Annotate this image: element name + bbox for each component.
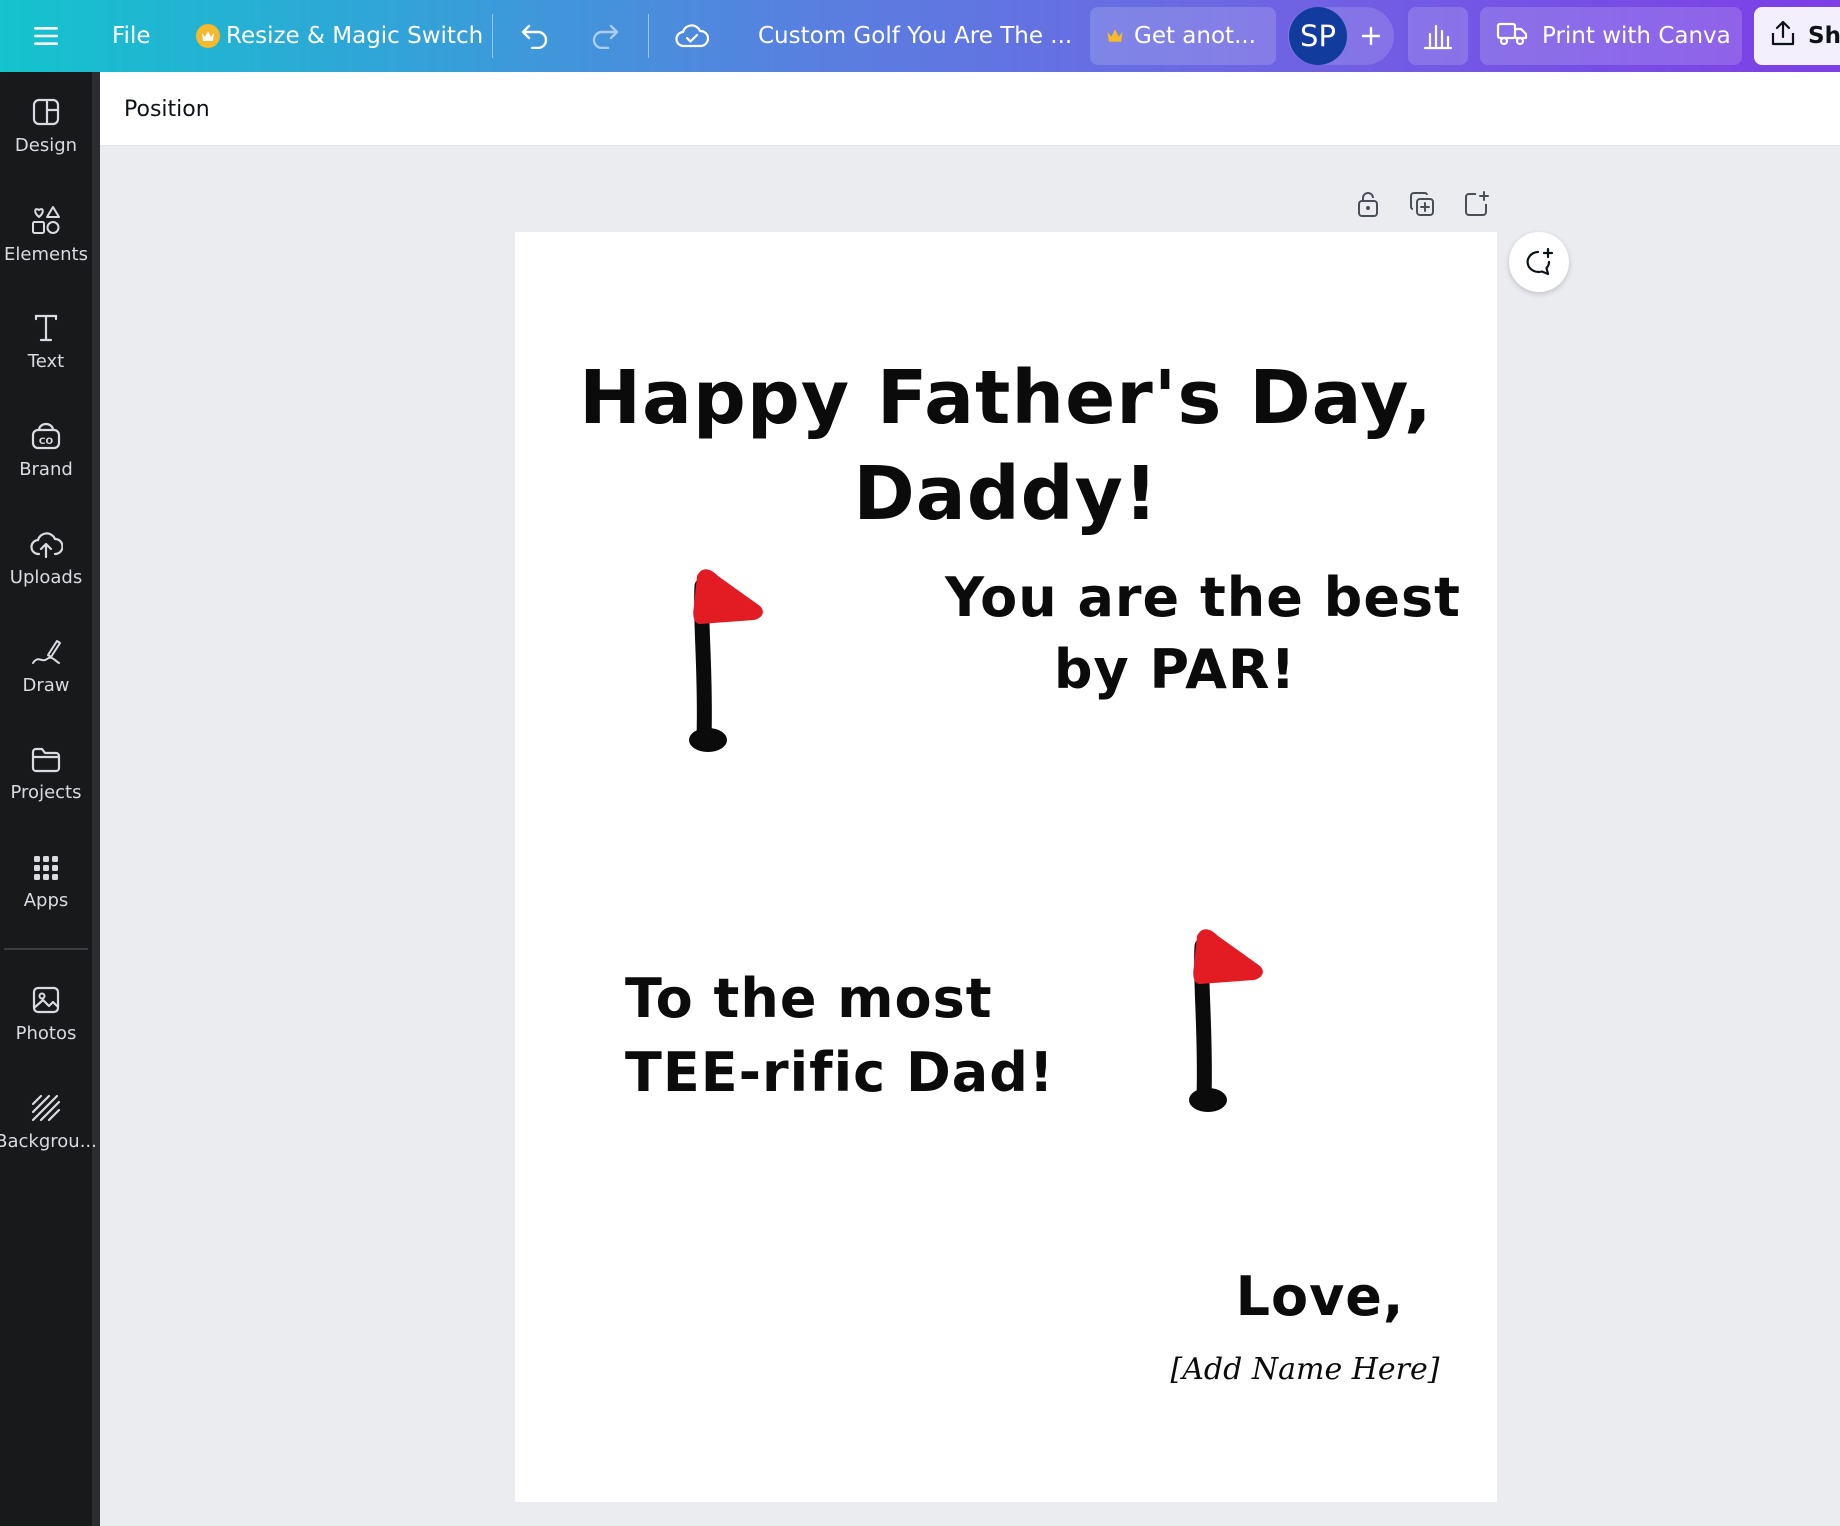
headline-text[interactable]: Happy Father's Day, Daddy!	[515, 350, 1497, 542]
redo-icon[interactable]	[582, 0, 628, 72]
text-icon	[34, 314, 58, 341]
sidebar-item-label: Photos	[15, 1022, 77, 1044]
sidebar-item-elements[interactable]: Elements	[0, 184, 92, 284]
sidebar-divider	[4, 948, 88, 950]
add-comment-button[interactable]	[1509, 232, 1569, 292]
get-another-button[interactable]: Get anot...	[1090, 7, 1276, 65]
apps-grid-icon	[34, 855, 58, 880]
sidebar-item-label: Brand	[19, 458, 73, 480]
headline-line-1: Happy Father's Day,	[579, 355, 1433, 441]
folder-icon	[31, 747, 61, 772]
lock-icon[interactable]	[1350, 186, 1386, 222]
resize-magic-switch-button[interactable]: Resize & Magic Switch	[188, 0, 491, 72]
shapes-icon	[32, 205, 60, 234]
sidebar-item-label: Projects	[10, 781, 82, 803]
tee-rific-text[interactable]: To the most TEE-rific Dad!	[625, 962, 1055, 1110]
page-tools	[1350, 186, 1494, 222]
sidebar-item-projects[interactable]: Projects	[0, 724, 92, 824]
sidebar-item-label: Draw	[22, 674, 70, 696]
best-line-1: You are the best	[945, 566, 1461, 629]
design-page[interactable]: Happy Father's Day, Daddy! You are the b…	[515, 232, 1497, 1502]
headline-line-2: Daddy!	[853, 451, 1159, 537]
pen-icon	[32, 639, 61, 664]
add-collaborator-icon[interactable]	[1350, 7, 1392, 65]
crown-icon	[196, 24, 220, 48]
top-bar: File Resize & Magic Switch Custom Golf Y…	[0, 0, 1840, 72]
print-label: Print with Canva	[1542, 23, 1731, 49]
layout-icon	[32, 98, 60, 125]
sidebar-item-label: Text	[27, 350, 65, 372]
sidebar-item-label: Uploads	[9, 566, 83, 588]
share-button[interactable]: Sh	[1754, 7, 1840, 65]
add-page-icon[interactable]	[1458, 186, 1494, 222]
sidebar-item-label: Apps	[23, 889, 69, 911]
get-another-label: Get anot...	[1134, 23, 1256, 49]
sidebar-item-label: Design	[14, 134, 78, 156]
share-label: Sh	[1808, 23, 1840, 49]
tee-line-2: TEE-rific Dad!	[625, 1041, 1055, 1104]
svg-text:CO: CO	[39, 437, 54, 447]
toolbar-divider	[492, 14, 493, 58]
share-upload-icon	[1770, 19, 1796, 53]
sidebar-item-draw[interactable]: Draw	[0, 616, 92, 716]
love-text[interactable]: Love,	[1195, 1262, 1445, 1332]
cloud-upload-icon	[30, 531, 63, 558]
sidebar-item-background[interactable]: Backgrou...	[0, 1072, 97, 1172]
sidebar-item-text[interactable]: Text	[0, 292, 92, 392]
golf-flag-icon[interactable]	[1180, 922, 1280, 1122]
delivery-truck-icon	[1496, 20, 1528, 52]
sidebar-item-apps[interactable]: Apps	[0, 832, 92, 932]
name-placeholder-text[interactable]: [Add Name Here]	[1135, 1350, 1475, 1390]
sidebar-item-uploads[interactable]: Uploads	[0, 508, 92, 608]
crown-icon	[1106, 23, 1124, 49]
duplicate-page-icon[interactable]	[1404, 186, 1440, 222]
collaborators-group: SP	[1288, 7, 1394, 65]
comment-add-icon	[1526, 247, 1554, 276]
undo-icon[interactable]	[512, 0, 558, 72]
document-title[interactable]: Custom Golf You Are The ...	[744, 0, 1086, 72]
sidebar-rail	[92, 72, 100, 1526]
best-by-par-text[interactable]: You are the best by PAR!	[945, 562, 1461, 706]
sidebar-item-photos[interactable]: Photos	[0, 964, 92, 1064]
brand-icon: CO	[31, 422, 61, 449]
left-sidebar: Design Elements Text CO Brand Uploads Dr…	[0, 72, 100, 1526]
background-icon	[31, 1094, 61, 1121]
resize-label: Resize & Magic Switch	[226, 23, 484, 49]
avatar[interactable]: SP	[1289, 7, 1347, 65]
best-line-2: by PAR!	[1053, 638, 1297, 701]
sidebar-item-label: Elements	[4, 243, 88, 265]
print-with-canva-button[interactable]: Print with Canva	[1480, 7, 1742, 65]
photo-icon	[32, 986, 60, 1013]
sidebar-item-label: Backgrou...	[0, 1130, 97, 1152]
golf-flag-icon[interactable]	[680, 562, 780, 762]
sidebar-item-design[interactable]: Design	[0, 76, 92, 176]
sidebar-item-brand[interactable]: CO Brand	[0, 400, 92, 500]
toolbar-divider	[648, 14, 649, 58]
cloud-saved-icon[interactable]	[668, 0, 716, 72]
position-button[interactable]: Position	[124, 72, 210, 146]
insights-chart-icon[interactable]	[1408, 7, 1468, 65]
menu-icon[interactable]	[22, 0, 70, 72]
context-toolbar: Position	[100, 72, 1840, 146]
tee-line-1: To the most	[625, 967, 993, 1030]
file-menu-button[interactable]: File	[100, 0, 163, 72]
